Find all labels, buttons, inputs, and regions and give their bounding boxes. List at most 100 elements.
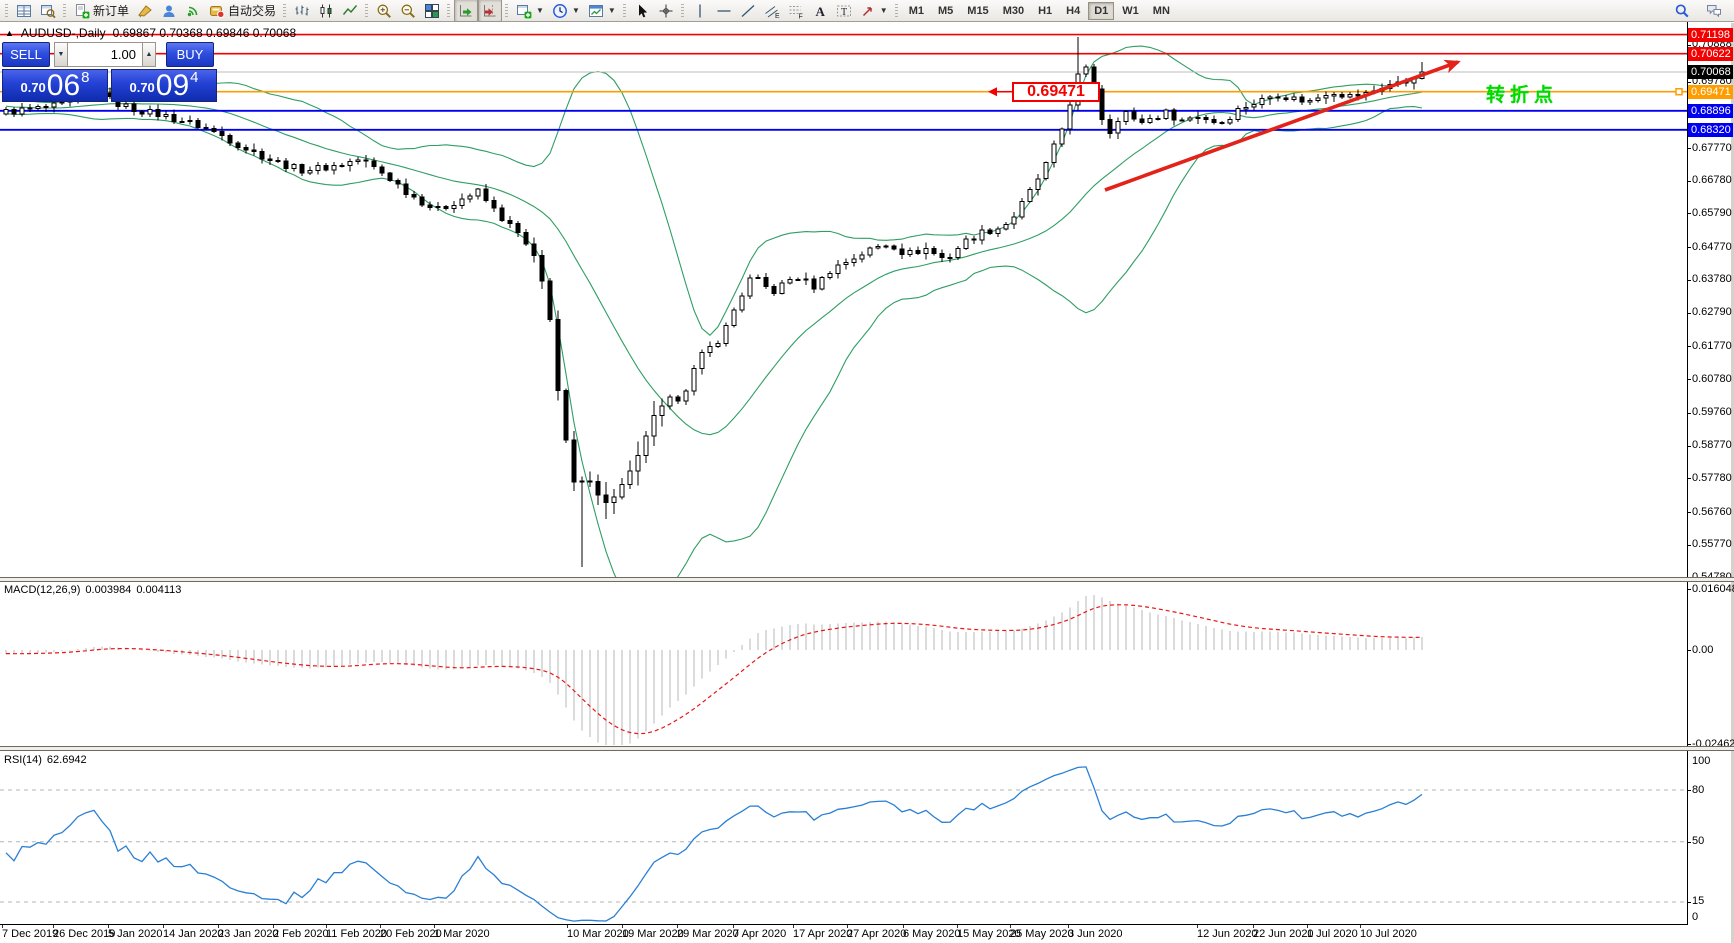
chart-candles-button[interactable] bbox=[314, 0, 338, 22]
zoom-in-button[interactable] bbox=[372, 0, 396, 22]
price-tick-mark bbox=[1687, 413, 1691, 414]
chat-button[interactable] bbox=[1702, 0, 1726, 22]
timeframe-mn[interactable]: MN bbox=[1147, 2, 1176, 20]
fibonacci-button[interactable]: F bbox=[784, 0, 808, 22]
market-watch-icon bbox=[16, 3, 32, 19]
svg-text:T: T bbox=[841, 6, 847, 17]
callout-arrowhead-icon bbox=[988, 87, 997, 96]
data-window-button[interactable] bbox=[36, 0, 60, 22]
macd-indicator-canvas[interactable] bbox=[0, 582, 1687, 746]
volume-input[interactable]: 1.00 bbox=[68, 42, 142, 67]
search-button[interactable] bbox=[1670, 0, 1694, 22]
price-tick-mark bbox=[1687, 213, 1691, 214]
price-tick-label: 0.67770 bbox=[1692, 142, 1732, 155]
timeframe-d1[interactable]: D1 bbox=[1088, 2, 1114, 20]
toolbar-grip bbox=[5, 4, 8, 18]
trend-line-button[interactable] bbox=[736, 0, 760, 22]
time-tick-label: 20 Feb 2020 bbox=[380, 928, 442, 940]
chart-title-row: ▲ AUDUSD-,Daily 0.69867 0.70368 0.69846 … bbox=[5, 26, 296, 40]
volume-decrease-button[interactable]: ▼ bbox=[54, 42, 68, 67]
trend-arrow[interactable] bbox=[1105, 62, 1458, 190]
equidistant-channel-button[interactable]: E bbox=[760, 0, 784, 22]
chart-line-button[interactable] bbox=[338, 0, 362, 22]
timeframe-m1[interactable]: M1 bbox=[903, 2, 930, 20]
new-chart-icon bbox=[516, 3, 532, 19]
market-watch-button[interactable] bbox=[12, 0, 36, 22]
periods-button[interactable]: ▼ bbox=[548, 0, 584, 22]
timeframe-h1[interactable]: H1 bbox=[1032, 2, 1058, 20]
rsi-tick-label: 100 bbox=[1692, 755, 1710, 768]
rsi-label-row: RSI(14) 62.6942 bbox=[4, 754, 87, 766]
templates-button[interactable]: ▼ bbox=[584, 0, 620, 22]
dropdown-caret-icon: ▼ bbox=[572, 6, 580, 15]
horizontal-line-button[interactable] bbox=[712, 0, 736, 22]
time-tick-label: 7 Dec 2019 bbox=[2, 928, 58, 940]
price-tick-label: 0.57780 bbox=[1692, 472, 1732, 485]
price-tick-label: 0.63780 bbox=[1692, 273, 1732, 286]
auto-trading-button[interactable]: 自动交易 bbox=[205, 0, 280, 22]
macd-label-row: MACD(12,26,9) 0.003984 0.004113 bbox=[4, 584, 181, 596]
rsi-tick-mark bbox=[1687, 790, 1691, 791]
sell-button[interactable]: SELL bbox=[2, 42, 50, 67]
macd-histogram bbox=[6, 595, 1422, 745]
main-macd-splitter[interactable] bbox=[0, 577, 1734, 582]
timeframe-m15[interactable]: M15 bbox=[961, 2, 994, 20]
signals-button[interactable] bbox=[181, 0, 205, 22]
time-tick-label: 23 Jan 2020 bbox=[218, 928, 279, 940]
arrows-button[interactable]: ▼ bbox=[856, 0, 892, 22]
new-order-button[interactable]: 新订单 bbox=[70, 0, 133, 22]
toolbar-group-0 bbox=[2, 0, 60, 22]
price-tick-mark bbox=[1687, 313, 1691, 314]
community-button[interactable] bbox=[157, 0, 181, 22]
price-tick-label: 0.56760 bbox=[1692, 506, 1732, 519]
price-level-callout[interactable]: 0.69471 bbox=[1012, 82, 1100, 102]
macd-rsi-splitter[interactable] bbox=[0, 746, 1734, 751]
line-handle[interactable] bbox=[1676, 89, 1682, 95]
timeframe-m30[interactable]: M30 bbox=[997, 2, 1030, 20]
auto-trading-icon bbox=[209, 3, 225, 19]
main-chart-canvas[interactable] bbox=[0, 22, 1687, 577]
sell-price-main: 0.70 bbox=[20, 80, 45, 95]
price-tag: 0.70622 bbox=[1688, 47, 1733, 61]
vertical-line-button[interactable] bbox=[688, 0, 712, 22]
zoom-out-button[interactable] bbox=[396, 0, 420, 22]
chart-line-icon bbox=[342, 3, 358, 19]
zoom-out-icon bbox=[400, 3, 416, 19]
chart-shift-button[interactable] bbox=[478, 0, 502, 22]
text-button[interactable]: A bbox=[808, 0, 832, 22]
time-tick-label: 14 Jan 2020 bbox=[163, 928, 224, 940]
price-tick-mark bbox=[1687, 379, 1691, 380]
time-tick-label: 1 Jul 2020 bbox=[1307, 928, 1358, 940]
text-label-button[interactable]: T bbox=[832, 0, 856, 22]
timeframe-w1[interactable]: W1 bbox=[1116, 2, 1145, 20]
time-tick-label: 5 Jan 2020 bbox=[108, 928, 162, 940]
cursor-button[interactable] bbox=[630, 0, 654, 22]
trade-panel-collapse-icon[interactable]: ▲ bbox=[5, 28, 14, 38]
crosshair-button[interactable] bbox=[654, 0, 678, 22]
rsi-indicator-canvas[interactable] bbox=[0, 752, 1687, 924]
rsi-value: 62.6942 bbox=[47, 754, 87, 766]
buy-price-button[interactable]: 0.70 09 4 bbox=[111, 69, 217, 102]
tile-windows-button[interactable] bbox=[420, 0, 444, 22]
macd-tick-label: 0.016048 bbox=[1692, 583, 1734, 596]
rsi-label: RSI(14) bbox=[4, 754, 42, 766]
sell-price-button[interactable]: 0.70 06 8 bbox=[2, 69, 108, 102]
turning-point-annotation[interactable]: 转折点 bbox=[1486, 80, 1558, 107]
price-tick-mark bbox=[1687, 181, 1691, 182]
toolbar-grip bbox=[623, 4, 626, 18]
buy-button[interactable]: BUY bbox=[166, 42, 214, 67]
dropdown-caret-icon: ▼ bbox=[608, 6, 616, 15]
chart-bars-button[interactable] bbox=[290, 0, 314, 22]
time-axis-line bbox=[0, 924, 1687, 925]
timeframe-m5[interactable]: M5 bbox=[932, 2, 959, 20]
mql-editor-button[interactable] bbox=[133, 0, 157, 22]
volume-increase-button[interactable]: ▲ bbox=[142, 42, 156, 67]
macd-tick-mark bbox=[1687, 589, 1691, 590]
toolbar-group-7: EFAT ▼ bbox=[678, 0, 892, 22]
auto-scroll-button[interactable] bbox=[454, 0, 478, 22]
timeframe-h4[interactable]: H4 bbox=[1060, 2, 1086, 20]
time-tick-label: 27 Apr 2020 bbox=[847, 928, 906, 940]
new-chart-button[interactable]: ▼ bbox=[512, 0, 548, 22]
price-tick-label: 0.64770 bbox=[1692, 241, 1732, 254]
toolbar-right bbox=[1670, 0, 1732, 22]
